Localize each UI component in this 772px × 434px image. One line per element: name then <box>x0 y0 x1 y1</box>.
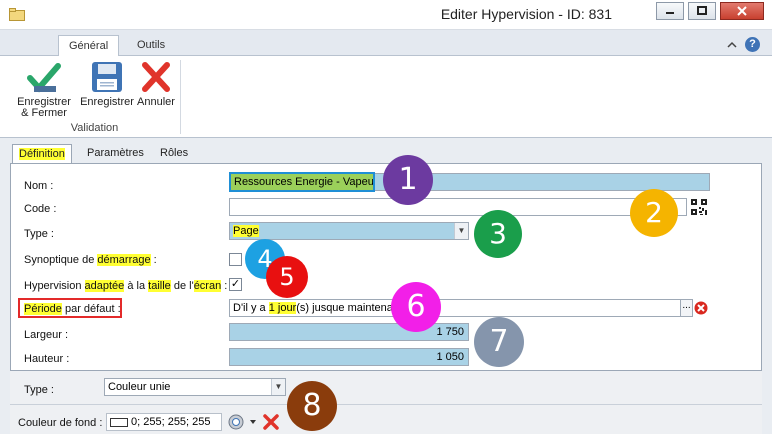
background-type-select[interactable]: Couleur unie ▼ <box>104 378 286 396</box>
tab-general[interactable]: Général <box>58 35 120 57</box>
hyper-label-highlight: écran <box>193 280 222 292</box>
background-type-label: Type : <box>24 384 54 396</box>
tab-definition[interactable]: Définition <box>12 144 72 165</box>
periode-value-part: D'il y a <box>233 302 269 314</box>
ribbon-tab-bar: Général Outils ? <box>0 30 772 57</box>
synoptique-checkbox[interactable] <box>229 253 242 266</box>
hauteur-field[interactable]: 1 050 <box>229 348 469 366</box>
hyper-label-part: Hypervision <box>24 280 85 292</box>
help-icon[interactable]: ? <box>745 37 760 52</box>
synoptique-label-highlight: démarrage <box>97 254 151 266</box>
tab-roles[interactable]: Rôles <box>154 144 194 164</box>
type-label: Type : <box>24 228 54 240</box>
nom-label: Nom : <box>24 180 54 192</box>
chevron-down-icon[interactable]: ▼ <box>454 223 468 239</box>
tab-definition-label: Définition <box>19 148 65 160</box>
close-button[interactable] <box>720 2 764 20</box>
type-select[interactable]: Page ▼ <box>229 222 469 240</box>
cancel-button[interactable]: Annuler <box>136 60 176 108</box>
save-close-label: Enregistrer & Fermer <box>17 96 71 119</box>
code-label: Code : <box>24 203 57 215</box>
periode-label: Période par défaut : <box>24 303 121 315</box>
hypervision-adaptee-checkbox[interactable]: ✓ <box>229 278 242 291</box>
hauteur-label: Hauteur : <box>24 353 70 365</box>
callout-7: 7 <box>474 317 524 367</box>
synoptique-label-part: : <box>150 254 157 266</box>
hyper-label-part: : <box>221 280 228 292</box>
callout-2: 2 <box>630 189 678 237</box>
tab-outils[interactable]: Outils <box>127 35 175 57</box>
collapse-ribbon-icon[interactable] <box>727 41 737 49</box>
cancel-label: Annuler <box>137 96 175 108</box>
callout-5: 5 <box>266 256 308 298</box>
code-field[interactable] <box>229 198 687 216</box>
minimize-icon <box>666 12 674 14</box>
callout-3: 3 <box>474 210 522 258</box>
maximize-button[interactable] <box>688 2 716 20</box>
save-check-icon <box>27 63 61 93</box>
nom-value[interactable]: Ressources Energie - Vapeur <box>229 172 375 192</box>
color-picker-icon[interactable] <box>228 413 258 431</box>
lower-divider <box>10 404 762 405</box>
periode-value-highlight: 1 jour <box>268 302 297 314</box>
hyper-label-part: de l' <box>170 280 194 292</box>
background-color-field[interactable]: 0; 255; 255; 255 <box>106 413 222 431</box>
close-icon <box>737 6 747 16</box>
background-color-label: Couleur de fond : <box>18 417 103 429</box>
floppy-disk-icon <box>92 62 122 92</box>
largeur-label: Largeur : <box>24 329 69 341</box>
synoptique-label-part: Synoptique de <box>24 254 98 266</box>
maximize-icon <box>697 6 707 15</box>
background-color-value: 0; 255; 255; 255 <box>131 416 211 428</box>
periode-field[interactable]: D'il y a 1 jour(s) jusque maintenant <box>229 299 681 317</box>
save-close-button[interactable]: Enregistrer & Fermer <box>16 60 72 119</box>
delete-icon[interactable] <box>262 413 280 431</box>
hyper-label-highlight: taille <box>148 280 171 292</box>
tab-parametres[interactable]: Paramètres <box>81 144 150 164</box>
title-bar: Editer Hypervision - ID: 831 <box>0 0 772 30</box>
chevron-down-icon[interactable]: ▼ <box>271 379 285 395</box>
hypervision-adaptee-label: Hypervision adaptée à la taille de l'écr… <box>24 280 227 292</box>
ribbon-group-separator <box>180 60 181 134</box>
window-title: Editer Hypervision - ID: 831 <box>440 6 612 22</box>
background-type-value: Couleur unie <box>108 381 171 393</box>
largeur-field[interactable]: 1 750 <box>229 323 469 341</box>
cancel-x-icon <box>142 62 170 92</box>
periode-label-highlight: Période <box>24 303 62 315</box>
callout-1: 1 <box>383 155 433 205</box>
color-swatch <box>110 417 128 427</box>
ribbon: Enregistrer & Fermer Enregistrer Annuler… <box>0 56 772 138</box>
hyper-label-highlight: adaptée <box>84 280 125 292</box>
hyper-label-part: à la <box>124 280 149 292</box>
synoptique-label: Synoptique de démarrage : <box>24 254 157 266</box>
callout-6: 6 <box>391 282 441 332</box>
periode-browse-button[interactable]: ... <box>680 299 693 317</box>
save-button[interactable]: Enregistrer <box>78 60 136 108</box>
periode-value-part: (s) jusque maintenant <box>296 302 403 314</box>
save-label: Enregistrer <box>80 96 134 108</box>
validation-group-label: Validation <box>70 122 119 134</box>
qr-code-icon[interactable] <box>690 198 708 216</box>
clear-icon[interactable] <box>694 301 708 315</box>
type-value: Page <box>233 225 259 237</box>
callout-8: 8 <box>287 381 337 431</box>
periode-label-part: par défaut : <box>61 303 121 315</box>
minimize-button[interactable] <box>656 2 684 20</box>
